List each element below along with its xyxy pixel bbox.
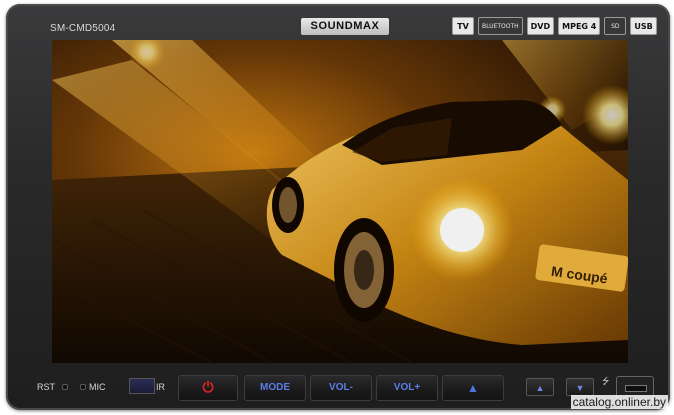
mpeg4-logo: MPEG 4 (558, 17, 601, 35)
bluetooth-logo: BLUETOOTH (478, 17, 523, 35)
usb-icon: ⭍ (602, 376, 610, 386)
usb-slot (625, 385, 647, 392)
feature-logos: TV BLUETOOTH DVD MPEG 4 SD USB (452, 17, 657, 37)
watermark: catalog.onliner.by (570, 395, 668, 409)
sd-logo: SD (604, 17, 627, 35)
tv-logo: TV (452, 17, 474, 35)
volume-down-button[interactable]: VOL- (310, 375, 372, 401)
mode-button[interactable]: MODE (244, 375, 306, 401)
display-screen[interactable]: M coupé (52, 40, 628, 363)
eject-button[interactable]: ▲ (442, 375, 504, 401)
car-photo: M coupé (52, 40, 628, 363)
ir-label: IR (156, 382, 165, 392)
model-name: SM-CMD5004 (50, 23, 116, 34)
reset-button[interactable] (62, 384, 68, 390)
brand-badge: SOUNDMAX (301, 18, 389, 35)
head-unit-bezel: SM-CMD5004 SOUNDMAX TV BLUETOOTH DVD MPE… (6, 4, 670, 410)
control-strip: RST MIC IR ⏻ MODE VOL- VOL+ ▲ ▲ ▼ ⭍ (32, 370, 664, 406)
mic-hole-icon (80, 384, 86, 390)
rst-label: RST (37, 382, 55, 392)
power-button[interactable]: ⏻ (178, 375, 238, 401)
up-arrow-button[interactable]: ▲ (526, 378, 554, 396)
ir-sensor-window (129, 378, 155, 394)
dvd-logo: DVD (526, 17, 555, 35)
mic-label: MIC (89, 382, 106, 392)
volume-up-button[interactable]: VOL+ (376, 375, 438, 401)
usb-logo: USB (630, 17, 657, 35)
down-arrow-button[interactable]: ▼ (566, 378, 594, 396)
